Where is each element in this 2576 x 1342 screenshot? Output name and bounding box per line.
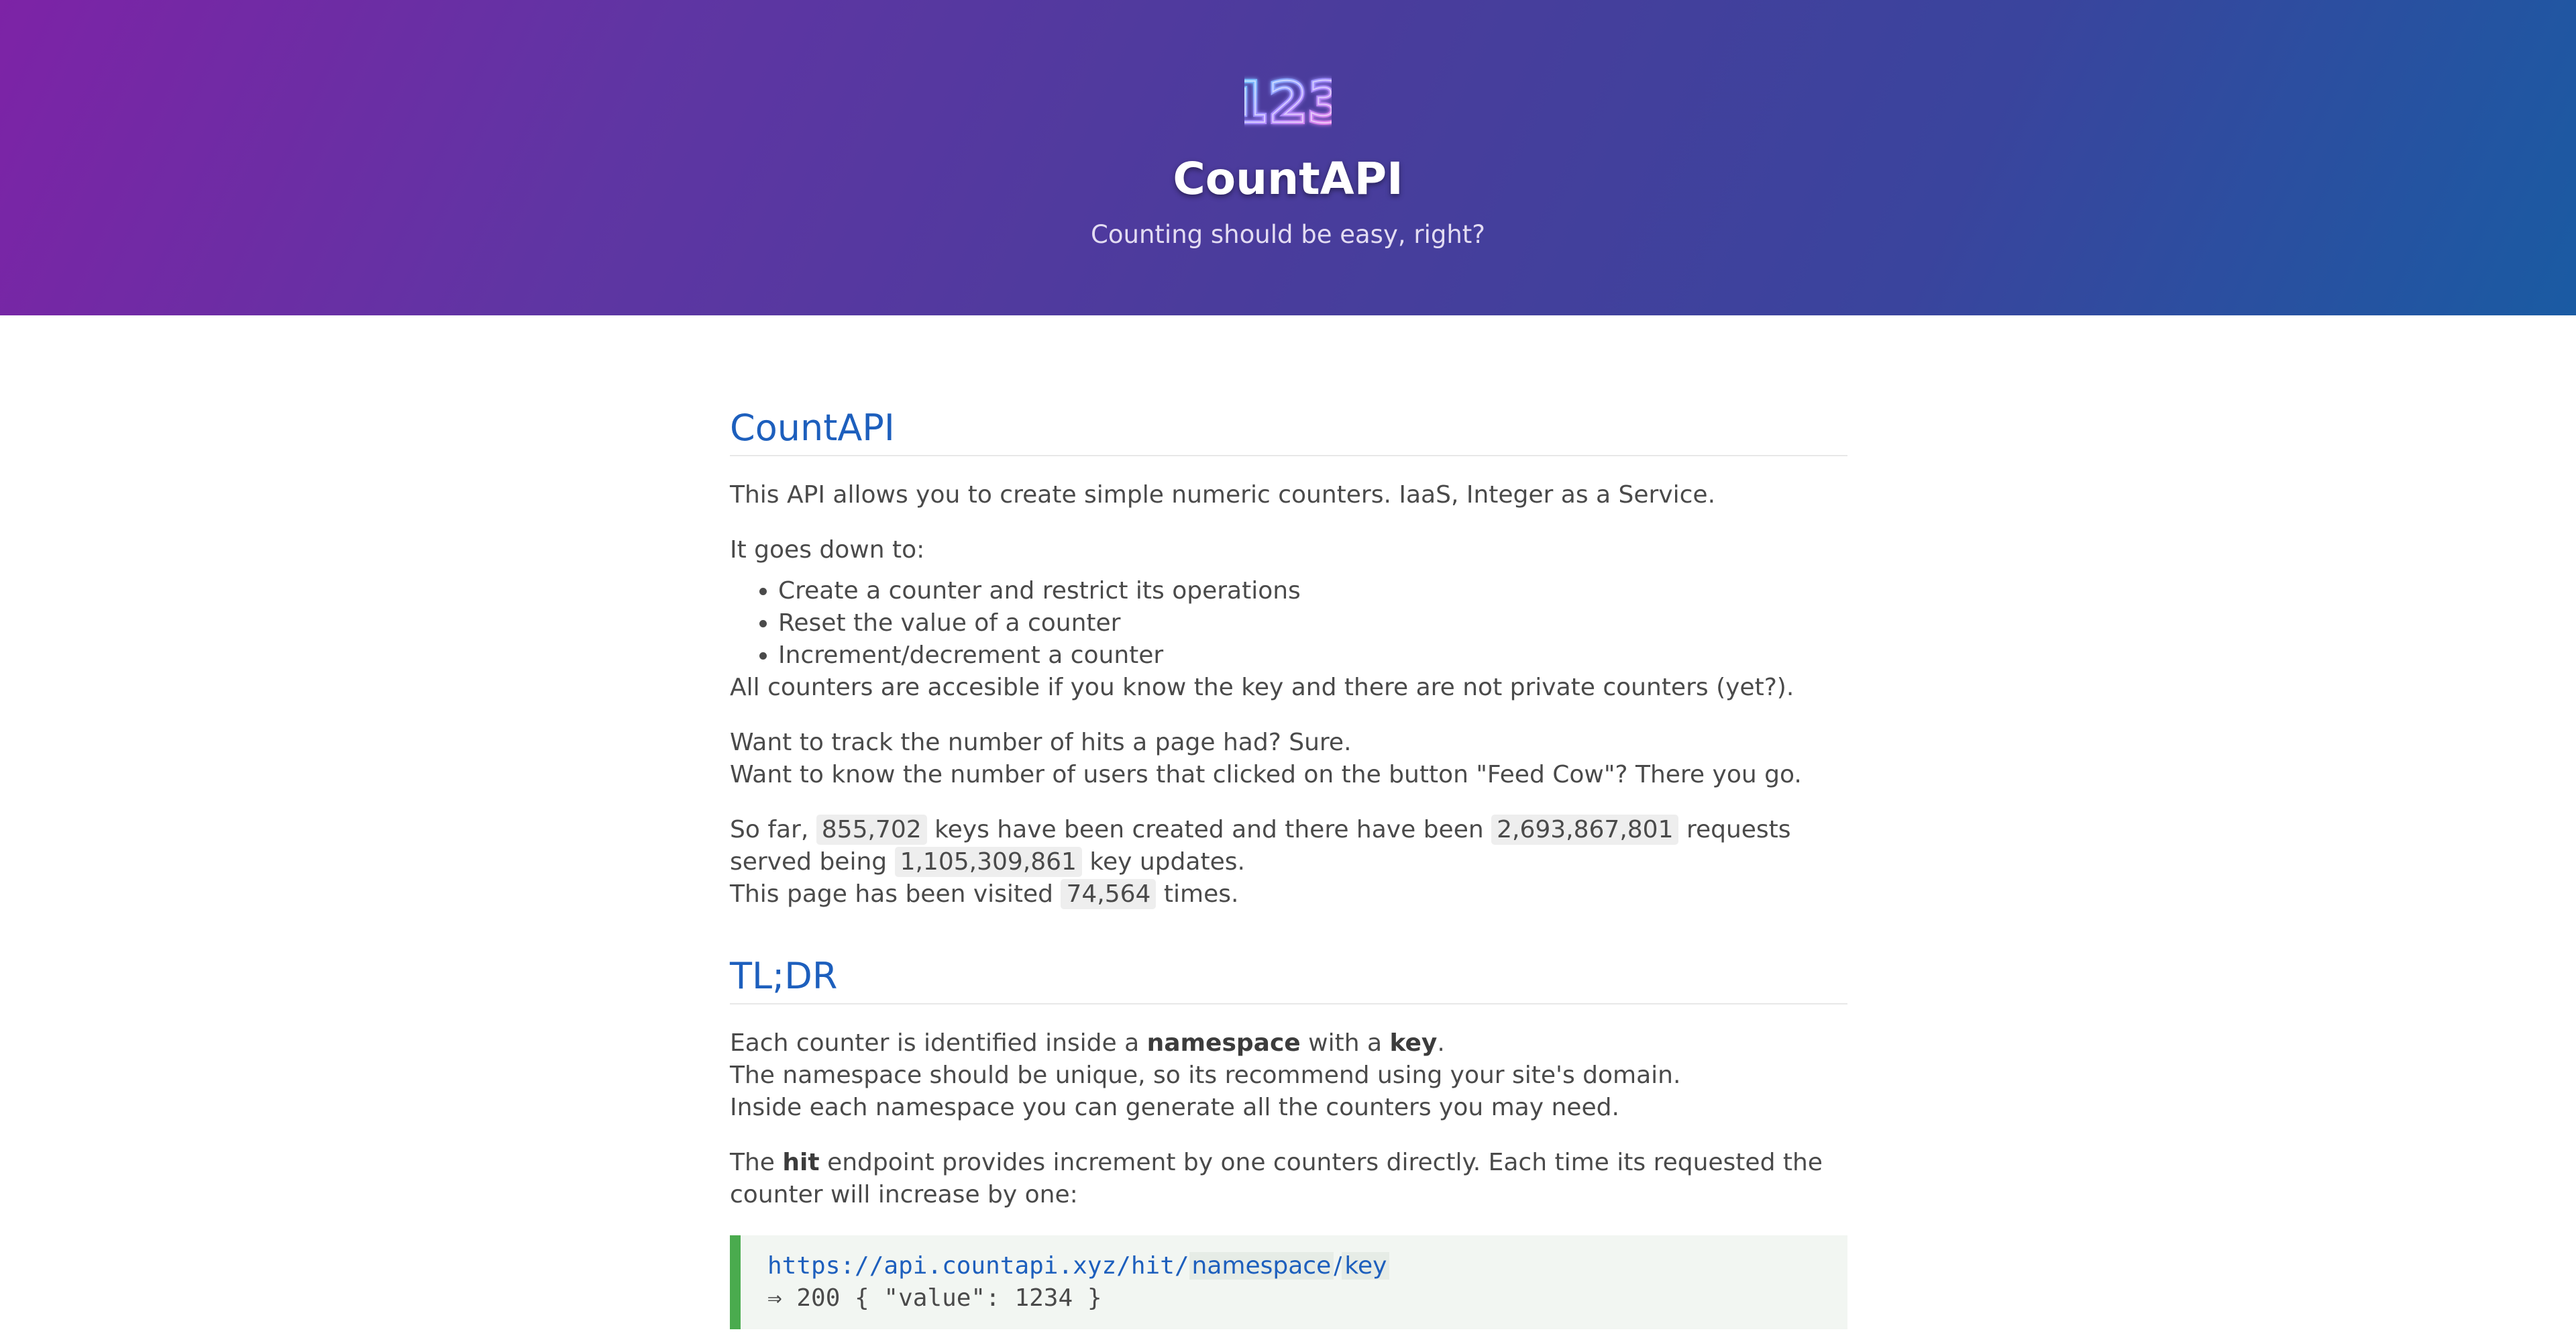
namespace-term: namespace bbox=[1146, 1029, 1301, 1057]
heading-countapi[interactable]: CountAPI bbox=[730, 401, 1847, 456]
use-case-hits: Want to track the number of hits a page … bbox=[730, 729, 1352, 756]
tldr-text: Inside each namespace you can generate a… bbox=[730, 1094, 1619, 1121]
intro-description: This API allows you to create simple num… bbox=[730, 481, 1716, 509]
tldr-text: with a bbox=[1308, 1029, 1383, 1057]
requests-served-count: 2,693,867,801 bbox=[1491, 815, 1679, 845]
site-title: CountAPI bbox=[1173, 153, 1403, 205]
list-item: Increment/decrement a counter bbox=[778, 639, 1847, 672]
feature-list: Create a counter and restrict its operat… bbox=[730, 575, 1847, 672]
tldr-text: . bbox=[1437, 1029, 1445, 1057]
code-param-key: key bbox=[1342, 1252, 1390, 1280]
main-content: CountAPI This API allows you to create s… bbox=[730, 315, 1847, 1329]
heading-tldr[interactable]: TL;DR bbox=[730, 949, 1847, 1004]
stats-text: This page has been visited bbox=[730, 880, 1054, 908]
tldr-namespace-info: Each counter is identified inside a name… bbox=[730, 1027, 1847, 1124]
stats-text: key updates. bbox=[1089, 848, 1245, 876]
use-case-feed-cow: Want to know the number of users that cl… bbox=[730, 761, 1802, 788]
code-url[interactable]: https://api.countapi.xyz/hit/ bbox=[767, 1252, 1189, 1280]
stats-text: So far, bbox=[730, 816, 809, 843]
list-item: Create a counter and restrict its operat… bbox=[778, 575, 1847, 607]
stats-text: times. bbox=[1163, 880, 1239, 908]
key-updates-count: 1,105,309,861 bbox=[894, 847, 1082, 877]
svg-text:123: 123 bbox=[1244, 72, 1332, 130]
code-param-namespace: namespace bbox=[1189, 1252, 1334, 1280]
code-response-line: ⇒ 200 { "value": 1234 } bbox=[767, 1284, 1102, 1312]
code-request-line: https://api.countapi.xyz/hit/namespace / k… bbox=[767, 1250, 1821, 1282]
hit-term: hit bbox=[782, 1149, 820, 1176]
list-intro: It goes down to: bbox=[730, 536, 925, 564]
tldr-text: Each counter is identified inside a bbox=[730, 1029, 1140, 1057]
123-neon-icon: 123 123 bbox=[1244, 72, 1332, 130]
hit-code-example: https://api.countapi.xyz/hit/namespace / k… bbox=[730, 1235, 1847, 1329]
keys-created-count: 855,702 bbox=[816, 815, 927, 845]
stats-paragraph: So far, 855,702 keys have been created a… bbox=[730, 814, 1847, 911]
privacy-note: All counters are accesible if you know t… bbox=[730, 674, 1794, 701]
use-cases: Want to track the number of hits a page … bbox=[730, 727, 1847, 791]
key-term: key bbox=[1389, 1029, 1438, 1057]
page-header: 123 123 CountAPI Counting should be easy… bbox=[0, 0, 2576, 315]
hit-endpoint-description: The hit endpoint provides increment by o… bbox=[730, 1147, 1847, 1211]
site-subtitle: Counting should be easy, right? bbox=[1091, 220, 1485, 249]
list-item: Reset the value of a counter bbox=[778, 607, 1847, 639]
hit-text: endpoint provides increment by one count… bbox=[730, 1149, 1823, 1208]
stats-text: keys have been created and there have be… bbox=[934, 816, 1484, 843]
hit-text: The bbox=[730, 1149, 775, 1176]
code-separator: / bbox=[1334, 1252, 1342, 1280]
tldr-text: The namespace should be unique, so its r… bbox=[730, 1062, 1681, 1089]
logo: 123 123 bbox=[0, 72, 2576, 133]
page-visits-count: 74,564 bbox=[1061, 879, 1157, 909]
